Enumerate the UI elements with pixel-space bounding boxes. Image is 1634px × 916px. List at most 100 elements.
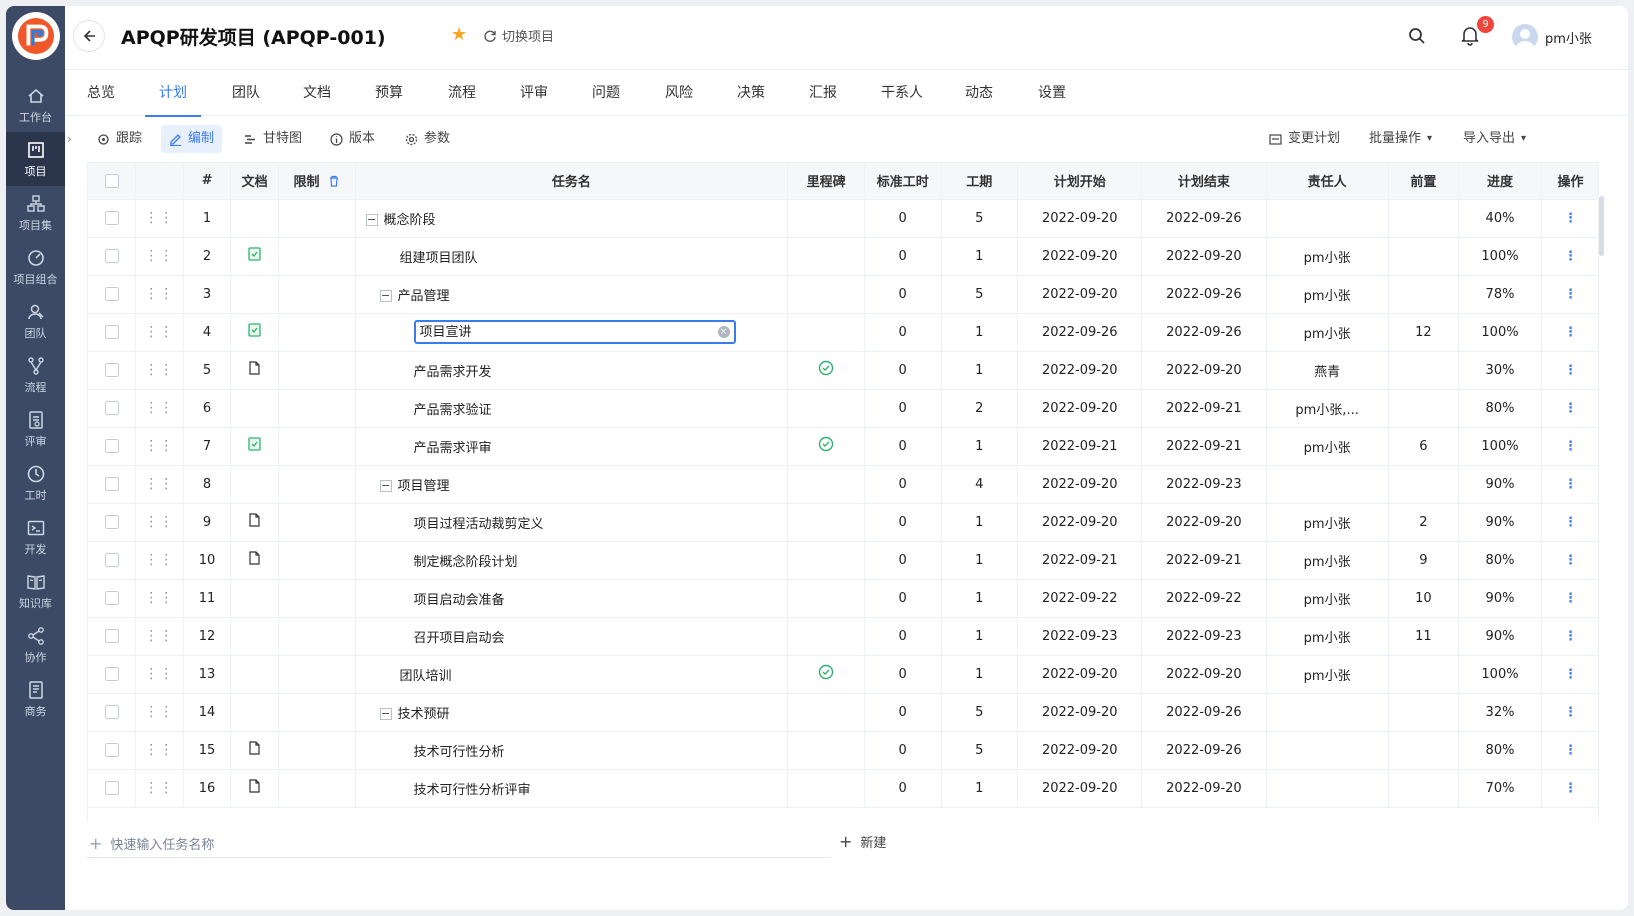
more-icon[interactable]: ⋮ bbox=[1564, 211, 1577, 226]
task-name[interactable]: 制定概念阶段计划 bbox=[414, 555, 518, 570]
drag-handle-icon[interactable]: ⋮⋮ bbox=[144, 476, 174, 492]
sidebar-item-book[interactable]: 知识库 bbox=[6, 564, 65, 618]
file-icon[interactable] bbox=[248, 551, 261, 565]
tab-12[interactable]: 动态 bbox=[961, 70, 997, 116]
drag-handle-icon[interactable]: ⋮⋮ bbox=[144, 324, 174, 340]
drag-handle-icon[interactable]: ⋮⋮ bbox=[144, 248, 174, 264]
row-checkbox[interactable] bbox=[104, 401, 119, 415]
task-name[interactable]: 产品需求评审 bbox=[414, 441, 492, 456]
drag-handle-icon[interactable]: ⋮⋮ bbox=[144, 552, 174, 568]
select-all-checkbox[interactable] bbox=[104, 173, 119, 188]
tab-9[interactable]: 决策 bbox=[733, 70, 769, 116]
table-row[interactable]: ⋮⋮ 2 组建项目团队 0 1 2022-09-20 2022-09-20 pm小张 100% ⋮ bbox=[88, 237, 1598, 276]
quick-task-input[interactable]: + 快速输入任务名称 bbox=[87, 830, 831, 858]
row-checkbox[interactable] bbox=[104, 363, 119, 377]
task-name[interactable]: 产品需求验证 bbox=[414, 403, 492, 418]
more-icon[interactable]: ⋮ bbox=[1564, 287, 1577, 302]
more-icon[interactable]: ⋮ bbox=[1564, 667, 1577, 682]
star-icon[interactable]: ★ bbox=[451, 24, 467, 45]
collapse-toggle-icon[interactable]: − bbox=[379, 290, 392, 302]
sidebar-item-business[interactable]: 商务 bbox=[6, 672, 65, 726]
drag-handle-icon[interactable]: ⋮⋮ bbox=[144, 666, 174, 682]
tab-4[interactable]: 预算 bbox=[371, 70, 407, 116]
more-icon[interactable]: ⋮ bbox=[1564, 363, 1577, 378]
sidebar-item-program[interactable]: 项目集 bbox=[6, 186, 65, 240]
task-name[interactable]: 项目过程活动裁剪定义 bbox=[414, 517, 544, 532]
sidebar-item-review[interactable]: 评审 bbox=[6, 402, 65, 456]
task-name[interactable]: 技术可行性分析评审 bbox=[414, 783, 531, 798]
more-icon[interactable]: ⋮ bbox=[1564, 477, 1577, 492]
collapse-toggle-icon[interactable]: − bbox=[365, 214, 378, 226]
collapse-toggle-icon[interactable]: − bbox=[379, 480, 392, 492]
green-doc-icon[interactable] bbox=[248, 247, 261, 261]
new-task-button[interactable]: + 新建 bbox=[839, 832, 886, 851]
table-row[interactable]: ⋮⋮ 5 产品需求开发 0 1 2022-09-20 2022-09-20 燕青 30% ⋮ bbox=[88, 351, 1598, 390]
table-row[interactable]: ⋮⋮ 12 召开项目启动会 0 1 2022-09-23 2022-09-23 pm小张 11 9… bbox=[88, 617, 1598, 656]
collapse-toggle-icon[interactable]: − bbox=[379, 708, 392, 720]
drag-handle-icon[interactable]: ⋮⋮ bbox=[144, 780, 174, 796]
sidebar-item-flow[interactable]: 流程 bbox=[6, 348, 65, 402]
task-name[interactable]: 技术可行性分析 bbox=[414, 745, 505, 760]
more-icon[interactable]: ⋮ bbox=[1564, 401, 1577, 416]
sidebar-item-home[interactable]: 工作台 bbox=[6, 78, 65, 132]
drag-handle-icon[interactable]: ⋮⋮ bbox=[144, 210, 174, 226]
drag-handle-icon[interactable]: ⋮⋮ bbox=[144, 628, 174, 644]
green-doc-icon[interactable] bbox=[248, 437, 261, 451]
row-checkbox[interactable] bbox=[104, 477, 119, 491]
more-icon[interactable]: ⋮ bbox=[1564, 553, 1577, 568]
tab-2[interactable]: 团队 bbox=[228, 70, 264, 116]
more-icon[interactable]: ⋮ bbox=[1564, 325, 1577, 340]
table-row[interactable]: ⋮⋮ 15 技术可行性分析 0 5 2022-09-20 2022-09-26 80% ⋮ bbox=[88, 731, 1598, 770]
tab-6[interactable]: 评审 bbox=[516, 70, 552, 116]
task-name[interactable]: 技术预研 bbox=[398, 707, 450, 722]
table-row[interactable]: ⋮⋮ 6 产品需求验证 0 2 2022-09-20 2022-09-21 pm小张,... 8… bbox=[88, 389, 1598, 428]
table-row[interactable]: ⋮⋮ 8 − 项目管理 0 4 2022-09-20 2022-09-23 90% ⋮ bbox=[88, 465, 1598, 504]
clear-icon[interactable]: × bbox=[717, 326, 730, 338]
more-icon[interactable]: ⋮ bbox=[1564, 249, 1577, 264]
tab-1[interactable]: 计划 bbox=[145, 70, 201, 117]
row-checkbox[interactable] bbox=[104, 781, 119, 795]
more-icon[interactable]: ⋮ bbox=[1564, 629, 1577, 644]
more-icon[interactable]: ⋮ bbox=[1564, 743, 1577, 758]
drag-handle-icon[interactable]: ⋮⋮ bbox=[144, 704, 174, 720]
green-doc-icon[interactable] bbox=[248, 323, 261, 337]
table-row[interactable]: ⋮⋮ 9 项目过程活动裁剪定义 0 1 2022-09-20 2022-09-20 pm小张 2… bbox=[88, 503, 1598, 542]
drag-handle-icon[interactable]: ⋮⋮ bbox=[144, 590, 174, 606]
user-name[interactable]: pm小张 bbox=[1545, 28, 1592, 47]
tool-gantt-button[interactable]: 甘特图 bbox=[236, 125, 310, 153]
table-row[interactable]: ⋮⋮ 16 技术可行性分析评审 0 1 2022-09-20 2022-09-20 70% ⋮ bbox=[88, 769, 1598, 808]
row-checkbox[interactable] bbox=[104, 743, 119, 757]
trash-icon[interactable] bbox=[328, 175, 340, 187]
row-checkbox[interactable] bbox=[104, 591, 119, 605]
chevron-right-icon[interactable]: › bbox=[67, 132, 72, 146]
task-name[interactable]: 召开项目启动会 bbox=[414, 631, 505, 646]
tab-7[interactable]: 问题 bbox=[588, 70, 624, 116]
more-icon[interactable]: ⋮ bbox=[1564, 591, 1577, 606]
search-icon[interactable] bbox=[1407, 26, 1427, 46]
change-plan-button[interactable]: 变更计划 bbox=[1261, 125, 1348, 153]
tab-0[interactable]: 总览 bbox=[83, 70, 119, 116]
table-row[interactable]: ⋮⋮ 11 项目启动会准备 0 1 2022-09-22 2022-09-22 pm小张 10 9… bbox=[88, 579, 1598, 618]
row-checkbox[interactable] bbox=[104, 705, 119, 719]
task-name[interactable]: 团队培训 bbox=[400, 669, 452, 684]
task-name[interactable]: 概念阶段 bbox=[384, 213, 436, 228]
row-checkbox[interactable] bbox=[104, 439, 119, 453]
batch-ops-dropdown[interactable]: 批量操作 ▾ bbox=[1361, 125, 1440, 153]
tab-8[interactable]: 风险 bbox=[661, 70, 697, 116]
tab-5[interactable]: 流程 bbox=[444, 70, 480, 116]
vertical-scrollbar[interactable] bbox=[1599, 196, 1604, 256]
row-checkbox[interactable] bbox=[104, 325, 119, 339]
user-avatar[interactable] bbox=[1512, 24, 1538, 50]
task-name[interactable]: 项目管理 bbox=[398, 479, 450, 494]
drag-handle-icon[interactable]: ⋮⋮ bbox=[144, 362, 174, 378]
tool-target-button[interactable]: 跟踪 bbox=[89, 125, 150, 153]
row-checkbox[interactable] bbox=[104, 667, 119, 681]
drag-handle-icon[interactable]: ⋮⋮ bbox=[144, 438, 174, 454]
task-name[interactable]: 产品管理 bbox=[398, 289, 450, 304]
table-row[interactable]: ⋮⋮ 7 产品需求评审 0 1 2022-09-21 2022-09-21 pm小张 6 100%… bbox=[88, 427, 1598, 466]
more-icon[interactable]: ⋮ bbox=[1564, 705, 1577, 720]
sidebar-item-terminal[interactable]: 开发 bbox=[6, 510, 65, 564]
back-button[interactable] bbox=[73, 20, 105, 52]
import-export-dropdown[interactable]: 导入导出 ▾ bbox=[1455, 125, 1534, 153]
file-icon[interactable] bbox=[248, 741, 261, 755]
